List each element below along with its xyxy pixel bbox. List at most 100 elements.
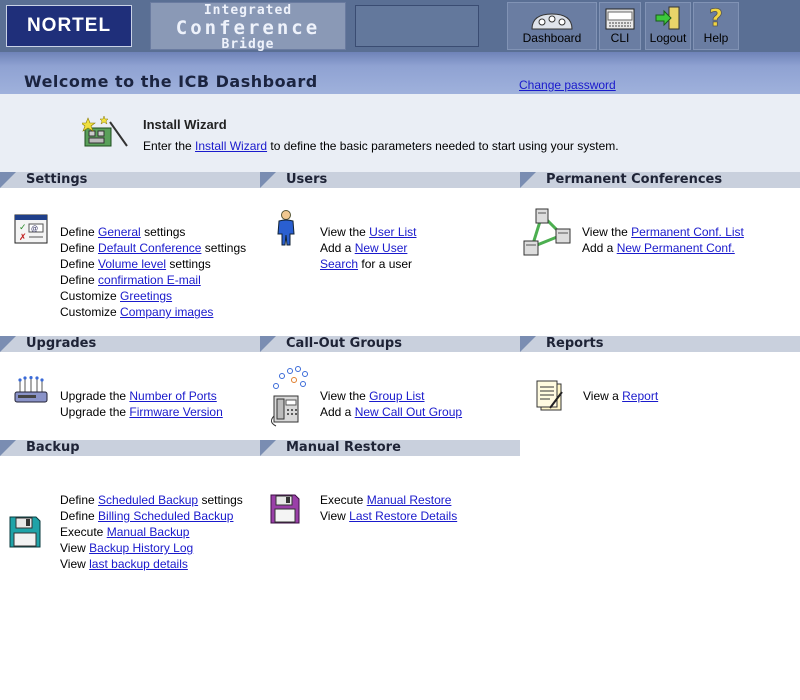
welcome-bar: Welcome to the ICB Dashboard Change pass… <box>0 52 800 94</box>
permanent-conf-list-link[interactable]: Permanent Conf. List <box>631 225 744 239</box>
confirmation-email-link[interactable]: confirmation E-mail <box>98 273 201 287</box>
list-item: Execute Manual Backup <box>60 525 190 539</box>
dashboard-label: Dashboard <box>522 31 582 45</box>
list-item: View the User List <box>320 225 417 239</box>
dashboard-icon <box>531 13 573 30</box>
call-out-groups-list: View the Group List Add a New Call Out G… <box>320 388 462 420</box>
list-item: Add a New User <box>320 241 408 255</box>
users-header: Users <box>260 172 520 188</box>
users-title: Users <box>286 172 328 187</box>
dashboard-button[interactable]: Dashboard <box>507 2 597 50</box>
reports-header: Reports <box>520 336 800 352</box>
backup-header: Backup <box>0 440 260 456</box>
billing-scheduled-backup-link[interactable]: Billing Scheduled Backup <box>98 509 233 523</box>
volume-level-link[interactable]: Volume level <box>98 257 166 271</box>
call-out-group-icon <box>270 366 308 427</box>
wizard-icon <box>82 116 128 147</box>
nortel-logo: NORTEL <box>6 5 132 47</box>
list-item: Search for a user <box>320 257 413 271</box>
list-item: Define Volume level settings <box>60 257 211 271</box>
upgrades-header: Upgrades <box>0 336 260 352</box>
last-restore-details-link[interactable]: Last Restore Details <box>349 509 457 523</box>
backup-history-log-link[interactable]: Backup History Log <box>89 541 193 555</box>
list-item: Customize Greetings <box>60 289 173 303</box>
general-settings-link[interactable]: General <box>98 225 141 239</box>
manual-restore-header: Manual Restore <box>260 440 520 456</box>
list-item: View Backup History Log <box>60 541 194 555</box>
svg-text:?: ? <box>709 4 723 30</box>
list-item: Define General settings <box>60 225 186 239</box>
call-out-groups-header: Call-Out Groups <box>260 336 520 352</box>
list-item: View a Report <box>583 389 659 403</box>
list-item: Upgrade the Number of Ports <box>60 389 217 403</box>
list-item: View Last Restore Details <box>320 509 458 523</box>
cli-button[interactable]: CLI <box>599 2 641 50</box>
backup-title: Backup <box>26 440 80 455</box>
settings-icon: ✓ ✗ @ <box>14 214 48 244</box>
logout-label: Logout <box>649 31 687 45</box>
product-title-line1: Integrated <box>203 3 293 18</box>
settings-title: Settings <box>26 172 88 187</box>
list-item: Add a New Permanent Conf. <box>582 241 735 255</box>
new-user-link[interactable]: New User <box>355 241 408 255</box>
manual-restore-title: Manual Restore <box>286 440 401 455</box>
report-icon <box>536 380 563 411</box>
list-item: Execute Manual Restore <box>320 493 452 507</box>
last-backup-details-link[interactable]: last backup details <box>89 557 188 571</box>
permanent-conferences-title: Permanent Conferences <box>546 172 723 187</box>
user-icon <box>277 210 295 246</box>
call-out-groups-title: Call-Out Groups <box>286 336 402 351</box>
logout-icon <box>655 6 680 30</box>
permanent-conferences-header: Permanent Conferences <box>520 172 800 188</box>
svg-text:@: @ <box>31 226 38 233</box>
list-item: Define Scheduled Backup settings <box>60 493 243 507</box>
help-label: Help <box>703 31 729 45</box>
restore-disk-icon <box>270 494 300 524</box>
reports-title: Reports <box>546 336 604 351</box>
list-item: Customize Company images <box>60 305 214 319</box>
help-button[interactable]: ? Help <box>693 2 739 50</box>
install-wizard-link[interactable]: Install Wizard <box>195 139 267 153</box>
help-icon: ? <box>709 4 724 30</box>
settings-list: Define General settings Define Default C… <box>60 224 246 320</box>
list-item: View the Permanent Conf. List <box>582 225 744 239</box>
list-item: Define Billing Scheduled Backup <box>60 509 234 523</box>
scheduled-backup-link[interactable]: Scheduled Backup <box>98 493 198 507</box>
svg-text:✓: ✓ <box>19 223 27 233</box>
backup-list: Define Scheduled Backup settings Define … <box>60 492 243 572</box>
default-conference-link[interactable]: Default Conference <box>98 241 201 255</box>
wizard-title: Install Wizard <box>143 117 227 132</box>
new-permanent-conf-link[interactable]: New Permanent Conf. <box>617 241 735 255</box>
search-user-link[interactable]: Search <box>320 257 358 271</box>
backup-disk-icon <box>9 516 41 548</box>
product-title-line2: Conference <box>175 17 321 39</box>
product-title: Integrated Conference Bridge <box>150 2 346 52</box>
group-list-link[interactable]: Group List <box>369 389 424 403</box>
upgrades-title: Upgrades <box>26 336 97 351</box>
users-list: View the User List Add a New User Search… <box>320 224 417 272</box>
upgrades-list: Upgrade the Number of Ports Upgrade the … <box>60 388 223 420</box>
list-item: Define Default Conference settings <box>60 241 247 255</box>
new-call-out-group-link[interactable]: New Call Out Group <box>355 405 462 419</box>
cli-label: CLI <box>610 31 630 45</box>
greetings-link[interactable]: Greetings <box>120 289 172 303</box>
product-title-line3: Bridge <box>221 37 275 52</box>
firmware-version-link[interactable]: Firmware Version <box>129 405 222 419</box>
cli-icon <box>605 8 635 30</box>
reports-list: View a Report <box>583 388 658 404</box>
manual-restore-link[interactable]: Manual Restore <box>367 493 452 507</box>
company-images-link[interactable]: Company images <box>120 305 213 319</box>
list-item: Upgrade the Firmware Version <box>60 405 223 419</box>
change-password-link[interactable]: Change password <box>519 78 616 92</box>
list-item: View last backup details <box>60 557 188 571</box>
report-link[interactable]: Report <box>622 389 658 403</box>
wizard-description: Enter the Install Wizard to define the b… <box>143 139 619 153</box>
user-list-link[interactable]: User List <box>369 225 416 239</box>
manual-backup-link[interactable]: Manual Backup <box>107 525 190 539</box>
list-item: Add a New Call Out Group <box>320 405 463 419</box>
upgrade-device-icon <box>14 376 48 403</box>
logout-button[interactable]: Logout <box>645 2 691 50</box>
install-wizard-panel: Install Wizard Enter the Install Wizard … <box>0 94 800 172</box>
number-of-ports-link[interactable]: Number of Ports <box>129 389 216 403</box>
permanent-conferences-list: View the Permanent Conf. List Add a New … <box>582 224 744 256</box>
